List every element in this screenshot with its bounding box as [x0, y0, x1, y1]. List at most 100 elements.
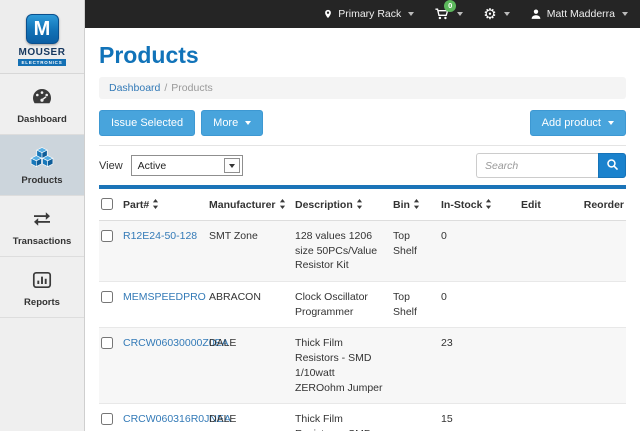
table-row: CRCW060316R0JNEA DALE Thick Film Resisto…: [99, 404, 626, 431]
mouser-logo: M MOUSER ELECTRONICS: [0, 0, 84, 74]
toolbar: Issue Selected More Add product: [99, 110, 626, 136]
cart-icon: 0: [434, 7, 450, 21]
sort-icon: [152, 200, 159, 212]
part-number-cell: MEMSPEEDPRO: [123, 282, 209, 328]
manufacturer-cell: DALE: [209, 404, 295, 431]
search-icon: [606, 158, 619, 174]
dashboard-icon: [2, 85, 82, 111]
edit-cell: [521, 328, 583, 404]
user-icon: [530, 8, 542, 20]
select-all-checkbox[interactable]: [101, 198, 113, 210]
page-title: Products: [99, 42, 626, 69]
chevron-down-icon: [408, 12, 414, 16]
row-checkbox-cell: [99, 328, 123, 404]
view-select-value: Active: [132, 160, 224, 172]
description-cell: 128 values 1206 size 50PCs/Value Resisto…: [295, 221, 393, 282]
manufacturer-cell: ABRACON: [209, 282, 295, 328]
sort-icon: [356, 200, 363, 212]
more-button[interactable]: More: [201, 110, 263, 136]
sidebar: M MOUSER ELECTRONICS Dashboard Products …: [0, 0, 85, 431]
column-header-reorder: Reorder: [583, 189, 626, 221]
products-table: Part#ManufacturerDescriptionBinIn-StockE…: [99, 189, 626, 431]
chevron-down-icon: [608, 121, 614, 125]
row-checkbox[interactable]: [101, 230, 113, 242]
part-number-link[interactable]: R12E24-50-128: [123, 230, 197, 242]
row-checkbox[interactable]: [101, 291, 113, 303]
search-input[interactable]: [476, 153, 598, 178]
toolbar-divider: [99, 145, 626, 146]
in-stock-cell: 0: [441, 221, 521, 282]
gear-icon: ⚙: [483, 7, 496, 22]
table-row: MEMSPEEDPRO ABRACON Clock Oscillator Pro…: [99, 282, 626, 328]
sidebar-item-dashboard[interactable]: Dashboard: [0, 74, 84, 135]
add-product-button[interactable]: Add product: [530, 110, 626, 136]
sidebar-item-reports[interactable]: Reports: [0, 257, 84, 318]
view-select[interactable]: Active: [131, 155, 243, 176]
reorder-cell: [583, 282, 626, 328]
chevron-down-icon: [622, 12, 628, 16]
settings-dropdown[interactable]: ⚙: [483, 7, 509, 22]
location-dropdown[interactable]: Primary Rack: [323, 8, 414, 20]
sidebar-item-label: Products: [2, 175, 82, 186]
issue-selected-button[interactable]: Issue Selected: [99, 110, 195, 136]
part-number-cell: CRCW060316R0JNEA: [123, 404, 209, 431]
edit-cell: [521, 282, 583, 328]
column-header-description[interactable]: Description: [295, 189, 393, 221]
table-row: CRCW06030000Z0EA DALE Thick Film Resisto…: [99, 328, 626, 404]
add-product-label: Add product: [542, 117, 601, 129]
column-header-part-[interactable]: Part#: [123, 189, 209, 221]
select-all-header: [99, 189, 123, 221]
description-cell: Thick Film Resistors - SMD 1/10watt ZERO…: [295, 328, 393, 404]
cart-count-badge: 0: [444, 0, 456, 12]
breadcrumb-separator: /: [164, 82, 167, 94]
search-button[interactable]: [598, 153, 626, 178]
sidebar-item-products[interactable]: Products: [0, 135, 84, 196]
row-checkbox-cell: [99, 404, 123, 431]
search-group: [476, 153, 626, 178]
edit-cell: [521, 404, 583, 431]
location-pin-icon: [323, 8, 333, 20]
sidebar-item-label: Transactions: [2, 236, 82, 247]
sort-icon: [413, 200, 420, 212]
row-checkbox-cell: [99, 221, 123, 282]
row-checkbox[interactable]: [101, 337, 113, 349]
breadcrumb: Dashboard / Products: [99, 77, 626, 99]
mouser-logo-icon: M: [26, 14, 59, 44]
bin-cell: [393, 404, 441, 431]
brand-name: MOUSER: [19, 47, 66, 58]
row-checkbox-cell: [99, 282, 123, 328]
part-number-cell: R12E24-50-128: [123, 221, 209, 282]
column-header-in-stock[interactable]: In-Stock: [441, 189, 521, 221]
edit-cell: [521, 221, 583, 282]
brand-tagline: ELECTRONICS: [18, 59, 65, 66]
cart-dropdown[interactable]: 0: [434, 7, 463, 21]
user-name: Matt Madderra: [547, 8, 615, 20]
row-checkbox[interactable]: [101, 413, 113, 425]
more-label: More: [213, 117, 238, 129]
column-header-manufacturer[interactable]: Manufacturer: [209, 189, 295, 221]
in-stock-cell: 23: [441, 328, 521, 404]
description-cell: Clock Oscillator Programmer: [295, 282, 393, 328]
part-number-link[interactable]: MEMSPEEDPRO: [123, 291, 206, 303]
chevron-down-icon: [457, 12, 463, 16]
sidebar-item-label: Dashboard: [2, 114, 82, 125]
bin-cell: Top Shelf: [393, 221, 441, 282]
breadcrumb-dashboard-link[interactable]: Dashboard: [109, 82, 160, 94]
bin-cell: [393, 328, 441, 404]
breadcrumb-current: Products: [171, 82, 212, 94]
sort-icon: [485, 200, 492, 212]
view-label: View: [99, 160, 123, 172]
reports-icon: [2, 268, 82, 294]
manufacturer-cell: SMT Zone: [209, 221, 295, 282]
transactions-icon: [2, 207, 82, 233]
bin-cell: Top Shelf: [393, 282, 441, 328]
user-dropdown[interactable]: Matt Madderra: [530, 8, 628, 20]
location-label: Primary Rack: [338, 8, 401, 20]
sort-icon: [279, 200, 286, 212]
sidebar-item-transactions[interactable]: Transactions: [0, 196, 84, 257]
in-stock-cell: 15: [441, 404, 521, 431]
table-header-row: Part#ManufacturerDescriptionBinIn-StockE…: [99, 189, 626, 221]
filter-bar: View Active: [99, 153, 626, 178]
column-header-bin[interactable]: Bin: [393, 189, 441, 221]
issue-selected-label: Issue Selected: [111, 117, 183, 129]
